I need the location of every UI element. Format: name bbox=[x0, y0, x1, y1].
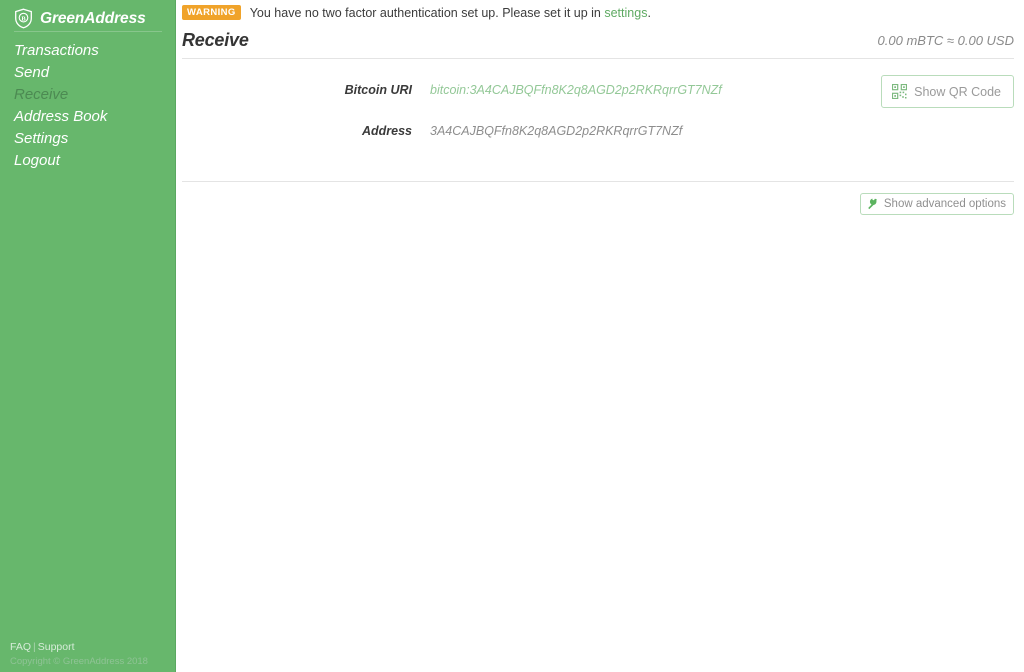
sidebar-nav: Transactions Send Receive Address Book S… bbox=[0, 40, 175, 172]
brand-logo[interactable]: B GreenAddress bbox=[0, 0, 175, 30]
advanced-options-row: Show advanced options bbox=[182, 182, 1014, 215]
warning-banner: WARNING You have no two factor authentic… bbox=[176, 0, 1024, 25]
footer-link-faq[interactable]: FAQ bbox=[10, 641, 31, 653]
main-content: WARNING You have no two factor authentic… bbox=[176, 0, 1024, 672]
svg-text:B: B bbox=[21, 16, 26, 23]
sidebar-divider bbox=[14, 31, 162, 32]
wrench-icon bbox=[867, 198, 879, 210]
show-qr-code-label: Show QR Code bbox=[914, 84, 1001, 99]
show-advanced-options-button[interactable]: Show advanced options bbox=[859, 193, 1014, 215]
qr-code-icon bbox=[892, 83, 908, 100]
page-title: Receive bbox=[182, 30, 249, 50]
sidebar-item-send[interactable]: Send bbox=[14, 62, 175, 84]
sidebar-item-transactions[interactable]: Transactions bbox=[14, 40, 175, 62]
warning-text-after: . bbox=[647, 5, 651, 20]
address-value[interactable]: 3A4CAJBQFfn8K2q8AGD2p2RKRqrrGT7NZf bbox=[430, 122, 682, 140]
sidebar-item-address-book[interactable]: Address Book bbox=[14, 106, 175, 128]
sidebar-footer: FAQ | Support Copyright © GreenAddress 201… bbox=[10, 641, 148, 668]
bitcoin-uri-value[interactable]: bitcoin:3A4CAJBQFfn8K2q8AGD2p2RKRqrrGT7N… bbox=[430, 81, 722, 99]
sidebar-item-receive[interactable]: Receive bbox=[14, 84, 175, 106]
footer-separator: | bbox=[33, 641, 36, 653]
bitcoin-uri-label: Bitcoin URI bbox=[344, 83, 412, 97]
warning-text-before: You have no two factor authentication se… bbox=[249, 5, 605, 20]
shield-bitcoin-icon: B bbox=[14, 8, 33, 29]
warning-message: You have no two factor authentication se… bbox=[250, 6, 651, 20]
page-header: Receive 0.00 mBTC ≈ 0.00 USD bbox=[182, 25, 1014, 59]
address-label: Address bbox=[361, 124, 412, 138]
brand-name: GreenAddress bbox=[40, 9, 146, 27]
receive-panel: Bitcoin URI bitcoin:3A4CAJBQFfn8K2q8AGD2… bbox=[182, 59, 1014, 182]
sidebar-item-logout[interactable]: Logout bbox=[14, 150, 175, 172]
balance-display: 0.00 mBTC ≈ 0.00 USD bbox=[877, 33, 1014, 48]
show-qr-code-button[interactable]: Show QR Code bbox=[881, 75, 1014, 108]
app-root: B GreenAddress Transactions Send Receive… bbox=[0, 0, 1024, 672]
footer-link-support[interactable]: Support bbox=[38, 641, 75, 653]
warning-settings-link[interactable]: settings bbox=[604, 6, 647, 20]
sidebar-item-settings[interactable]: Settings bbox=[14, 128, 175, 150]
footer-copyright: Copyright © GreenAddress 2018 bbox=[10, 656, 148, 667]
address-row: Address 3A4CAJBQFfn8K2q8AGD2p2RKRqrrGT7N… bbox=[182, 122, 1014, 142]
sidebar: B GreenAddress Transactions Send Receive… bbox=[0, 0, 176, 672]
status-badge: WARNING bbox=[182, 5, 241, 20]
footer-links: FAQ | Support bbox=[10, 641, 148, 654]
show-advanced-options-label: Show advanced options bbox=[883, 198, 1006, 210]
